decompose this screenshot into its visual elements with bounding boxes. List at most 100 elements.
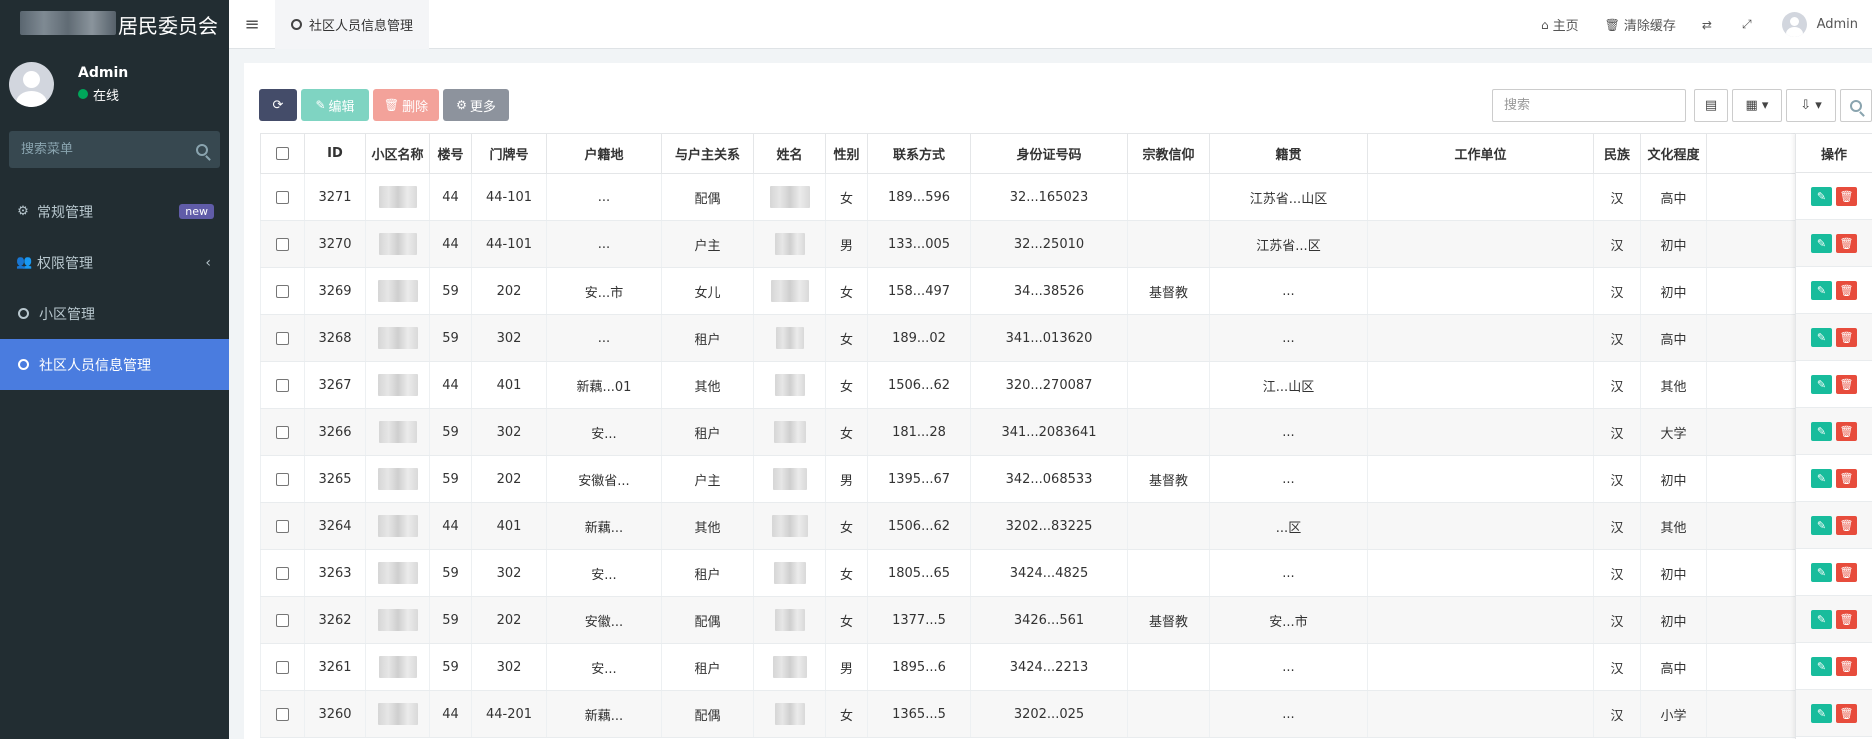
row-checkbox[interactable] [276,707,289,721]
cell-name [753,314,826,362]
column-header[interactable]: 宗教信仰 [1127,133,1210,174]
table-row[interactable]: 3266 59 302 安... 租户 女 181...28 341...2083641...… [260,408,1872,456]
row-edit-button[interactable]: ✎ [1811,515,1832,535]
row-delete-button[interactable]: 🗑 [1836,186,1857,206]
user-menu[interactable]: Admin [1781,12,1858,37]
cell-relation: 租户 [661,549,754,597]
column-header[interactable]: 门牌号 [471,133,547,174]
fullscreen-icon[interactable]: ⤢ [1742,17,1756,32]
column-header[interactable]: ID [304,133,366,174]
row-checkbox[interactable] [276,613,289,627]
row-checkbox[interactable] [276,566,289,580]
row-checkbox[interactable] [276,472,289,486]
column-header[interactable]: 身份证号码 [970,133,1128,174]
row-checkbox[interactable] [276,378,289,392]
cell-phone: 181...28 [867,408,971,456]
row-delete-button[interactable]: 🗑 [1836,280,1857,300]
table-row[interactable]: 3270 44 44-101... 户主 男 133...005 32...25010 江苏省… [260,220,1872,268]
row-checkbox[interactable] [276,519,289,533]
cell-jiguan: ... [1209,408,1368,456]
row-delete-button[interactable]: 🗑 [1836,515,1857,535]
table-row[interactable]: 3264 44 401 新藕... 其他女 1506...62 3202...83225..… [260,502,1872,550]
row-edit-button[interactable]: ✎ [1811,186,1832,206]
export-dropdown-button[interactable]: ⇩ ▾ [1786,89,1836,122]
table-search-input[interactable] [1492,89,1686,122]
sidebar-item-residents[interactable]: 社区人员信息管理 [0,339,229,390]
column-header[interactable]: 民族 [1593,133,1641,174]
table-row[interactable]: 3262 59 202 安徽... 配偶 女 1377...5 3426...561 基督教 安.… [260,596,1872,644]
sidebar-item-community[interactable]: 小区管理 [0,288,229,339]
cell-community [365,361,430,409]
row-edit-button[interactable]: ✎ [1811,421,1832,441]
grid-icon: ▦ ▾ [1745,98,1769,113]
sidebar-item-permissions[interactable]: 👥 权限管理 ‹ [0,237,229,288]
tab-residents[interactable]: 社区人员信息管理 [275,0,430,49]
delete-button[interactable]: 🗑 删除 [373,89,439,121]
column-header[interactable]: 性别 [825,133,868,174]
column-header[interactable]: 户籍地 [546,133,662,174]
translate-icon[interactable]: ⇄ [1702,18,1716,32]
cell-idcard: 341...013620 [970,314,1128,362]
column-header[interactable]: 文化程度 [1640,133,1707,174]
refresh-button[interactable]: ⟳ [259,89,297,121]
advanced-search-button[interactable] [1840,89,1872,122]
row-checkbox[interactable] [276,237,289,251]
row-edit-button[interactable]: ✎ [1811,562,1832,582]
row-delete-button[interactable]: 🗑 [1836,609,1857,629]
column-header[interactable]: 楼号 [429,133,472,174]
cell-idcard: 3202...025 [970,690,1128,738]
row-checkbox[interactable] [276,284,289,298]
table-row[interactable]: 3268 59 302... 租户女 189...02 341...013620... 汉高… [260,314,1872,362]
table-row[interactable]: 3269 59 202 安...市 女儿 女 158...497 34...38526 基督教.… [260,267,1872,315]
row-checkbox[interactable] [276,660,289,674]
row-delete-button[interactable]: 🗑 [1836,374,1857,394]
row-delete-button[interactable]: 🗑 [1836,233,1857,253]
cell-community [365,549,430,597]
row-checkbox[interactable] [276,425,289,439]
column-header[interactable]: 籍贯 [1209,133,1368,174]
row-delete-button[interactable]: 🗑 [1836,327,1857,347]
cell-idcard: 341...2083641 [970,408,1128,456]
home-link[interactable]: ⌂ 主页 [1541,15,1579,35]
row-delete-button[interactable]: 🗑 [1836,656,1857,676]
menu-toggle-icon[interactable]: ≡ [229,0,275,49]
cell-relation: 女儿 [661,267,754,315]
column-header[interactable]: 工作单位 [1367,133,1594,174]
pencil-icon: ✎ [1816,330,1827,344]
table-row[interactable]: 3261 59 302 安... 租户 男 1895...6 3424...2213... 汉高… [260,643,1872,691]
table-row[interactable]: 3271 44 44-101... 配偶 女 189...596 32...165023 江苏… [260,173,1872,221]
column-header[interactable]: 联系方式 [867,133,971,174]
columns-dropdown-button[interactable]: ▦ ▾ [1732,89,1782,122]
sidebar-item-general[interactable]: ⚙ 常规管理 new [0,186,229,237]
row-edit-button[interactable]: ✎ [1811,280,1832,300]
row-delete-button[interactable]: 🗑 [1836,421,1857,441]
row-delete-button[interactable]: 🗑 [1836,562,1857,582]
column-header[interactable]: 与户主关系 [661,133,754,174]
table-row[interactable]: 3263 59 302 安... 租户 女 1805...65 3424...4825... 汉… [260,549,1872,597]
row-edit-button[interactable]: ✎ [1811,656,1832,676]
search-icon[interactable] [196,143,208,156]
clear-cache-link[interactable]: 🗑 清除缓存 [1605,15,1676,35]
column-header[interactable]: 小区名称 [365,133,430,174]
row-edit-button[interactable]: ✎ [1811,374,1832,394]
menu-search-input[interactable] [21,142,181,157]
table-row[interactable]: 3265 59 202 安徽省... 户主 男 1395...67 342...068533 基… [260,455,1872,503]
row-delete-button[interactable]: 🗑 [1836,468,1857,488]
row-delete-button[interactable]: 🗑 [1836,703,1857,723]
row-checkbox[interactable] [276,190,289,204]
table-row[interactable]: 3260 44 44-201 新藕... 配偶 女 1365...5 3202...025..… [260,690,1872,738]
more-button[interactable]: ⚙ 更多 [443,89,509,121]
row-edit-button[interactable]: ✎ [1811,468,1832,488]
new-badge: new [179,204,214,219]
row-edit-button[interactable]: ✎ [1811,703,1832,723]
brand-logo[interactable]: 居民委员会 [0,0,229,49]
row-edit-button[interactable]: ✎ [1811,609,1832,629]
select-all-checkbox[interactable] [276,147,289,160]
row-checkbox[interactable] [276,331,289,345]
toggle-view-button[interactable]: ▤ [1694,89,1728,122]
row-edit-button[interactable]: ✎ [1811,233,1832,253]
row-edit-button[interactable]: ✎ [1811,327,1832,347]
table-row[interactable]: 3267 44 401 新藕...01 其他女 1506...62 320...270087… [260,361,1872,409]
column-header[interactable]: 姓名 [753,133,826,174]
edit-button[interactable]: ✎ 编辑 [301,89,369,121]
